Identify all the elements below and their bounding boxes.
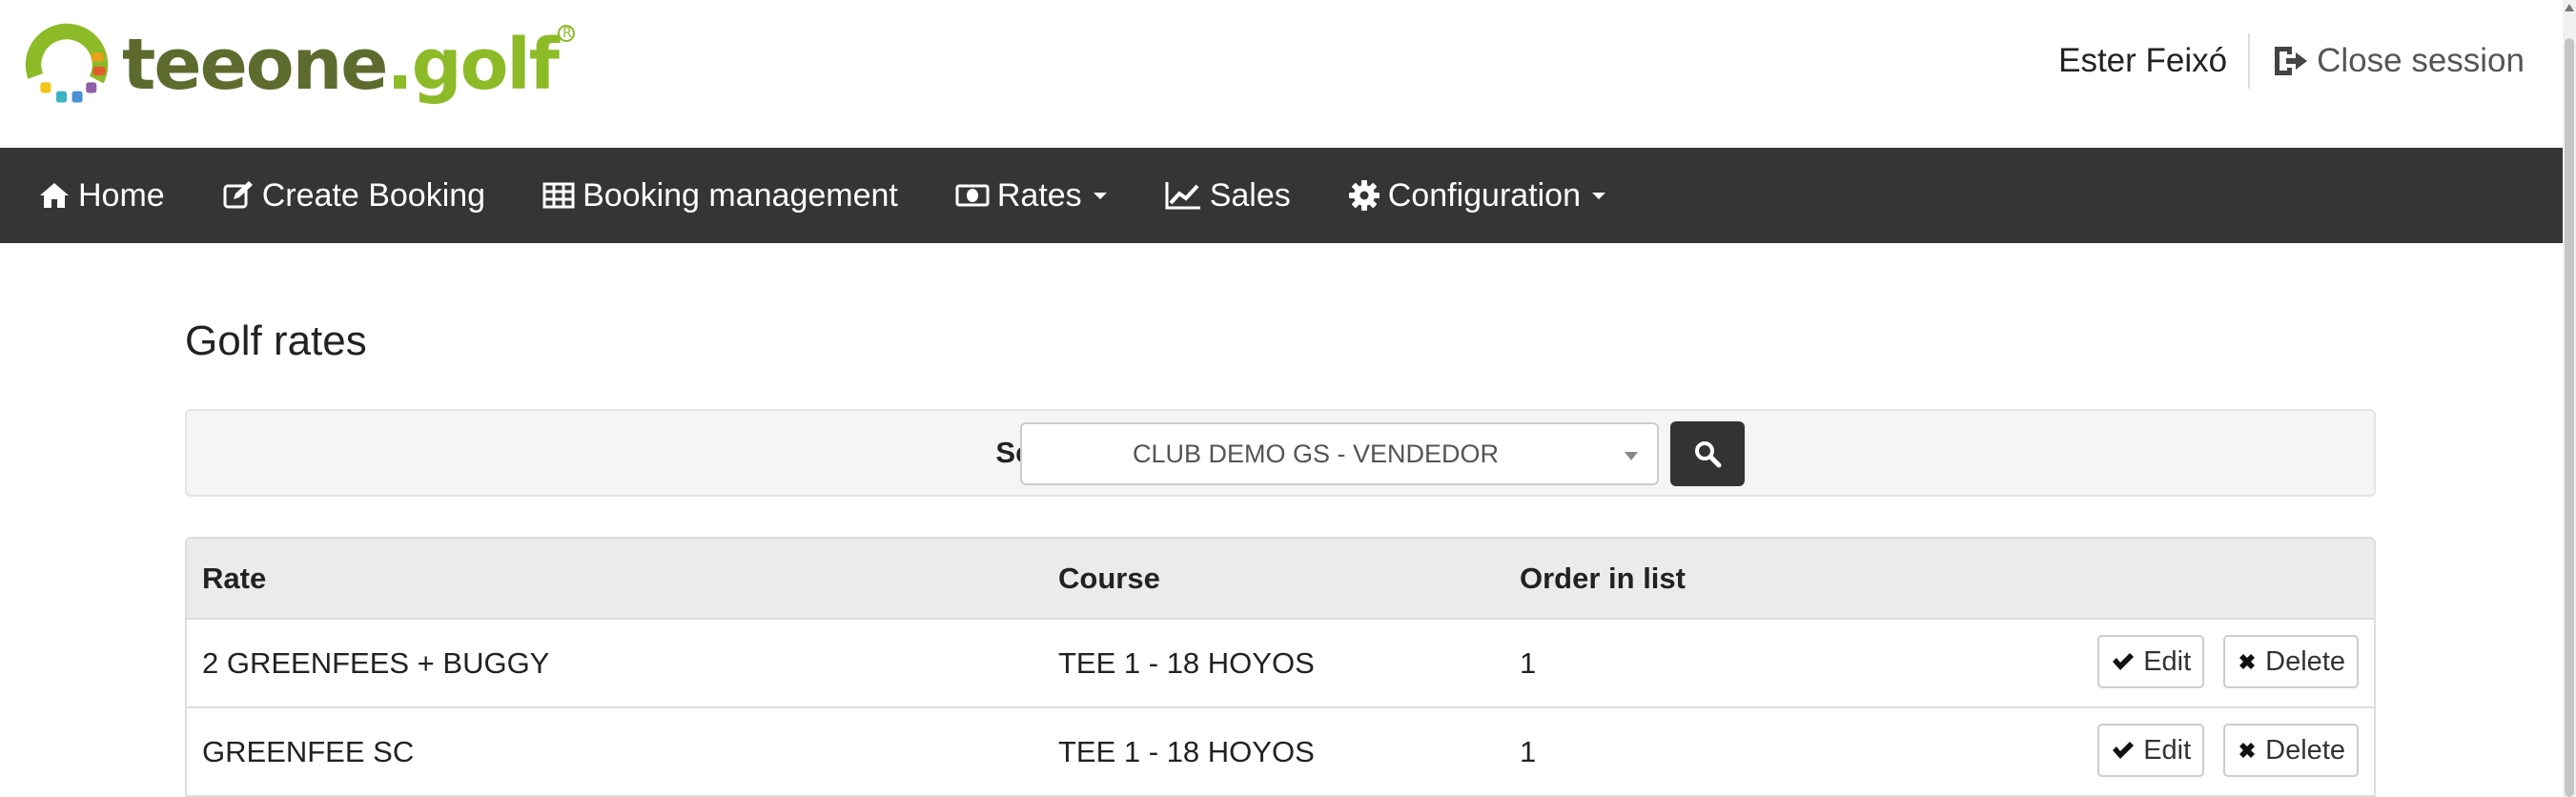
check-icon xyxy=(2113,653,2135,670)
row-actions: Edit Delete xyxy=(2078,635,2359,688)
nav-booking-management[interactable]: Booking management xyxy=(542,148,898,243)
edit-button[interactable]: Edit xyxy=(2097,724,2205,777)
close-icon xyxy=(2239,743,2256,758)
rates-table: Rate Course Order in list 2 GREENFEES + … xyxy=(185,537,2376,797)
search-icon xyxy=(1695,441,1722,468)
nav-configuration-label: Configuration xyxy=(1387,176,1581,214)
nav-rates[interactable]: Rates xyxy=(955,148,1107,243)
nav-booking-management-label: Booking management xyxy=(583,176,898,214)
edit-button[interactable]: Edit xyxy=(2097,635,2205,688)
user-name: Ester Feixó xyxy=(2058,42,2228,79)
delete-button[interactable]: Delete xyxy=(2223,724,2359,777)
check-icon xyxy=(2113,742,2135,759)
logo-text-one: one xyxy=(245,24,389,106)
delete-label: Delete xyxy=(2265,734,2345,766)
nav-home[interactable]: Home xyxy=(38,148,165,243)
cell-order: 1 xyxy=(1520,735,1537,768)
close-session-link[interactable]: Close session xyxy=(2271,42,2525,80)
delete-button[interactable]: Delete xyxy=(2223,635,2359,688)
header-course: Course xyxy=(1058,562,1160,595)
teeone-logo[interactable]: teeone.golf R xyxy=(23,21,575,109)
gear-icon xyxy=(1348,180,1380,211)
delete-label: Delete xyxy=(2265,645,2345,677)
scrollbar-thumb[interactable] xyxy=(2565,38,2574,797)
line-chart-icon xyxy=(1165,182,1200,210)
nav-sales-label: Sales xyxy=(1209,176,1291,214)
logo-ring-icon xyxy=(25,23,109,107)
nav-home-label: Home xyxy=(78,176,165,214)
vertical-scrollbar[interactable] xyxy=(2563,0,2576,797)
course-select-value: CLUB DEMO GS - VENDEDOR xyxy=(1132,439,1500,468)
page-title: Golf rates xyxy=(185,317,367,364)
table-icon xyxy=(542,182,575,209)
chevron-down-icon xyxy=(1592,192,1605,199)
edit-label: Edit xyxy=(2143,734,2192,766)
registered-mark: R xyxy=(557,25,575,42)
logo-wordmark: teeone.golf R xyxy=(122,21,575,109)
nav-rates-label: Rates xyxy=(996,176,1082,214)
nav-create-booking-label: Create Booking xyxy=(261,176,486,214)
search-button[interactable] xyxy=(1670,421,1745,486)
course-select[interactable]: CLUB DEMO GS - VENDEDOR xyxy=(1020,422,1659,485)
close-icon xyxy=(2239,654,2256,669)
nav-configuration[interactable]: Configuration xyxy=(1348,148,1605,243)
logo-text-golf: .golf xyxy=(386,24,559,106)
header-divider xyxy=(2248,33,2251,89)
header: teeone.golf R Ester Feixó Close session xyxy=(0,0,2565,148)
header-rate: Rate xyxy=(202,562,267,595)
cell-course: TEE 1 - 18 HOYOS xyxy=(1058,646,1315,680)
cell-order: 1 xyxy=(1520,646,1537,680)
cell-rate: 2 GREENFEES + BUGGY xyxy=(202,646,550,680)
table-row: GREENFEE SC TEE 1 - 18 HOYOS 1 Edit Dele… xyxy=(187,708,2374,797)
close-session-label: Close session xyxy=(2317,42,2525,79)
dropdown-arrow-icon xyxy=(1625,452,1638,460)
header-order: Order in list xyxy=(1520,562,1686,595)
chevron-down-icon xyxy=(1093,192,1107,199)
home-icon xyxy=(40,183,69,208)
nav-sales[interactable]: Sales xyxy=(1164,148,1291,243)
logo-text-tee: tee xyxy=(122,24,248,106)
scroll-up-arrow-icon[interactable] xyxy=(2565,4,2574,11)
nav-create-booking[interactable]: Create Booking xyxy=(222,148,485,243)
user-area: Ester Feixó Close session xyxy=(2058,32,2525,90)
sign-out-icon xyxy=(2275,47,2308,75)
main-navbar: Home Create Booking Booking management R… xyxy=(0,148,2565,243)
edit-icon xyxy=(223,181,253,209)
money-icon xyxy=(955,184,990,207)
cell-course: TEE 1 - 18 HOYOS xyxy=(1058,735,1315,768)
cell-rate: GREENFEE SC xyxy=(202,735,415,768)
course-filter-panel: Select course CLUB DEMO GS - VENDEDOR xyxy=(185,409,2376,497)
table-row: 2 GREENFEES + BUGGY TEE 1 - 18 HOYOS 1 E… xyxy=(187,620,2374,708)
table-header-row: Rate Course Order in list xyxy=(187,539,2374,620)
edit-label: Edit xyxy=(2143,645,2192,677)
row-actions: Edit Delete xyxy=(2078,724,2359,777)
